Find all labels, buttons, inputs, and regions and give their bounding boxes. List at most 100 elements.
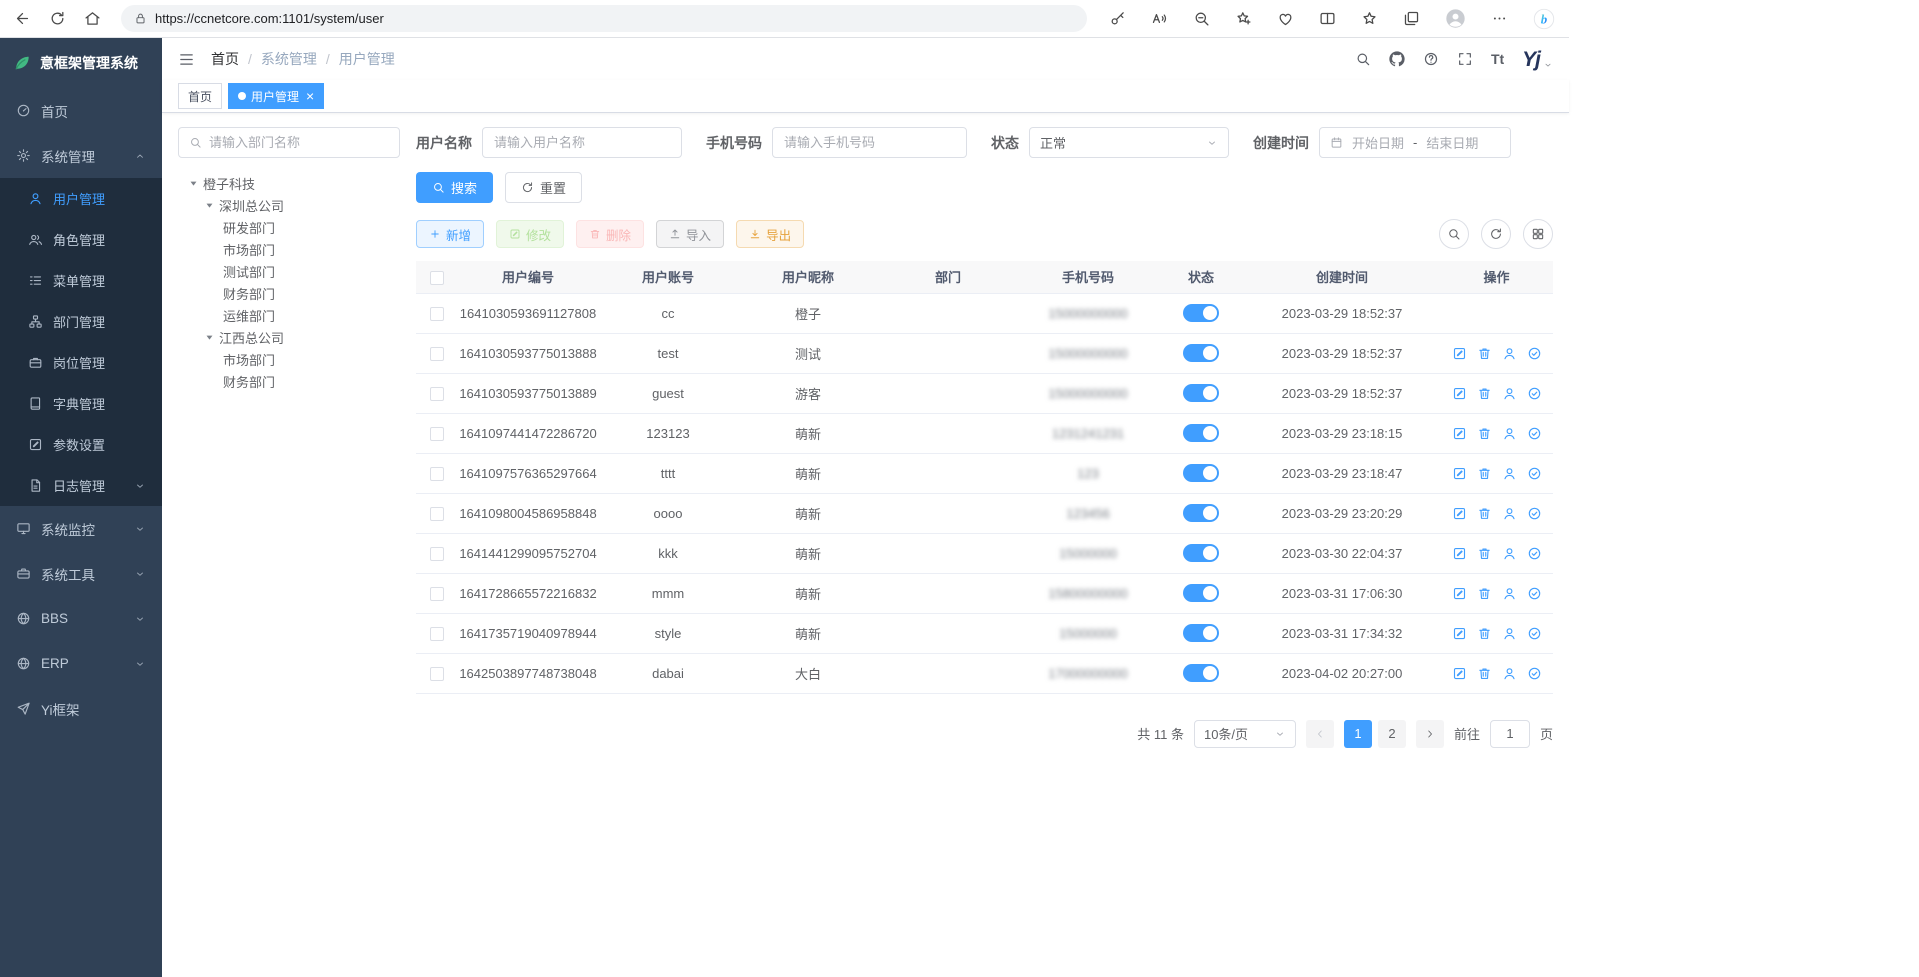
sidebar-item-user[interactable]: 用户管理 (0, 178, 162, 219)
read-aloud-icon[interactable] (1151, 10, 1168, 27)
goto-page-input[interactable] (1490, 720, 1530, 748)
sidebar-toggle-icon[interactable] (178, 51, 195, 68)
sidebar-item-globe[interactable]: ERP (0, 641, 162, 686)
row-checkbox[interactable] (430, 547, 444, 561)
sidebar-item-log[interactable]: 日志管理 (0, 465, 162, 506)
row-checkbox[interactable] (430, 587, 444, 601)
sidebar-item-plane[interactable]: Yi框架 (0, 686, 162, 731)
tree-node[interactable]: 橙子科技 (178, 172, 400, 194)
browser-home-icon[interactable] (84, 10, 101, 27)
delete-button[interactable]: 删除 (576, 220, 644, 248)
tree-node[interactable]: 市场部门 (178, 238, 400, 260)
status-toggle[interactable] (1183, 664, 1219, 682)
assign-role-action-icon[interactable] (1527, 626, 1542, 641)
assign-role-action-icon[interactable] (1527, 546, 1542, 561)
passwords-icon[interactable] (1109, 10, 1126, 27)
username-input[interactable] (482, 127, 682, 158)
sidebar-item-globe[interactable]: BBS (0, 596, 162, 641)
phone-input[interactable] (772, 127, 967, 158)
row-checkbox[interactable] (430, 507, 444, 521)
zoom-icon[interactable] (1193, 10, 1210, 27)
favorites-icon[interactable] (1361, 10, 1378, 27)
status-toggle[interactable] (1183, 304, 1219, 322)
sidebar-item-tools[interactable]: 系统工具 (0, 551, 162, 596)
row-checkbox[interactable] (430, 387, 444, 401)
tree-expand-caret-icon[interactable] (204, 332, 215, 343)
status-toggle[interactable] (1183, 584, 1219, 602)
tree-node[interactable]: 测试部门 (178, 260, 400, 282)
browser-more-icon[interactable] (1491, 10, 1508, 27)
split-screen-icon[interactable] (1319, 10, 1336, 27)
status-toggle[interactable] (1183, 504, 1219, 522)
header-search-icon[interactable] (1355, 51, 1371, 67)
assign-role-action-icon[interactable] (1527, 346, 1542, 361)
delete-action-icon[interactable] (1477, 386, 1492, 401)
tree-node[interactable]: 财务部门 (178, 282, 400, 304)
browser-essentials-icon[interactable] (1277, 10, 1294, 27)
assign-role-action-icon[interactable] (1527, 506, 1542, 521)
tree-node[interactable]: 市场部门 (178, 348, 400, 370)
status-toggle[interactable] (1183, 464, 1219, 482)
search-button[interactable]: 搜索 (416, 172, 493, 203)
select-all-checkbox[interactable] (430, 271, 444, 285)
delete-action-icon[interactable] (1477, 666, 1492, 681)
tree-node[interactable]: 研发部门 (178, 216, 400, 238)
user-avatar[interactable]: Yj (1522, 49, 1553, 70)
sidebar-item-param[interactable]: 参数设置 (0, 424, 162, 465)
sidebar-item-menulist[interactable]: 菜单管理 (0, 260, 162, 301)
sidebar-item-dept[interactable]: 部门管理 (0, 301, 162, 342)
row-checkbox[interactable] (430, 347, 444, 361)
close-icon[interactable] (306, 89, 314, 103)
row-checkbox[interactable] (430, 307, 444, 321)
sidebar-item-dict[interactable]: 字典管理 (0, 383, 162, 424)
edit-action-icon[interactable] (1452, 626, 1467, 641)
column-settings-button[interactable] (1523, 219, 1553, 249)
refresh-button[interactable] (1481, 219, 1511, 249)
tree-node[interactable]: 深圳总公司 (178, 194, 400, 216)
reset-password-action-icon[interactable] (1502, 506, 1517, 521)
page-size-select[interactable]: 10条/页 (1194, 720, 1296, 748)
row-checkbox[interactable] (430, 467, 444, 481)
font-size-icon[interactable]: Tt (1491, 51, 1504, 67)
edit-action-icon[interactable] (1452, 426, 1467, 441)
status-toggle[interactable] (1183, 624, 1219, 642)
tree-expand-caret-icon[interactable] (188, 178, 199, 189)
export-button[interactable]: 导出 (736, 220, 804, 248)
address-bar[interactable]: https://ccnetcore.com:1101/system/user (121, 5, 1087, 32)
reset-password-action-icon[interactable] (1502, 546, 1517, 561)
dept-search-box[interactable] (178, 127, 400, 158)
tab-user-management[interactable]: 用户管理 (228, 83, 324, 109)
assign-role-action-icon[interactable] (1527, 666, 1542, 681)
import-button[interactable]: 导入 (656, 220, 724, 248)
edit-action-icon[interactable] (1452, 546, 1467, 561)
tree-node[interactable]: 运维部门 (178, 304, 400, 326)
bing-copilot-icon[interactable]: b (1533, 8, 1555, 30)
breadcrumb-item-home[interactable]: 首页 (211, 49, 239, 69)
next-page-button[interactable] (1416, 720, 1444, 748)
status-select[interactable]: 正常 (1029, 127, 1229, 158)
sidebar-item-users[interactable]: 角色管理 (0, 219, 162, 260)
reset-password-action-icon[interactable] (1502, 466, 1517, 481)
reset-password-action-icon[interactable] (1502, 626, 1517, 641)
created-date-range[interactable]: 开始日期 - 结束日期 (1319, 127, 1511, 158)
browser-refresh-icon[interactable] (49, 10, 66, 27)
tree-node[interactable]: 江西总公司 (178, 326, 400, 348)
browser-profile-avatar[interactable] (1445, 8, 1466, 29)
status-toggle[interactable] (1183, 424, 1219, 442)
delete-action-icon[interactable] (1477, 466, 1492, 481)
reset-password-action-icon[interactable] (1502, 586, 1517, 601)
tab-home[interactable]: 首页 (178, 83, 222, 109)
row-checkbox[interactable] (430, 427, 444, 441)
sidebar-item-gear[interactable]: 系统管理 (0, 133, 162, 178)
delete-action-icon[interactable] (1477, 626, 1492, 641)
edit-action-icon[interactable] (1452, 586, 1467, 601)
assign-role-action-icon[interactable] (1527, 426, 1542, 441)
favorite-add-icon[interactable] (1235, 10, 1252, 27)
prev-page-button[interactable] (1306, 720, 1334, 748)
reset-password-action-icon[interactable] (1502, 426, 1517, 441)
add-button[interactable]: 新增 (416, 220, 484, 248)
reset-password-action-icon[interactable] (1502, 666, 1517, 681)
edit-action-icon[interactable] (1452, 666, 1467, 681)
sidebar-item-post[interactable]: 岗位管理 (0, 342, 162, 383)
breadcrumb-item-system[interactable]: 系统管理 (261, 49, 317, 69)
